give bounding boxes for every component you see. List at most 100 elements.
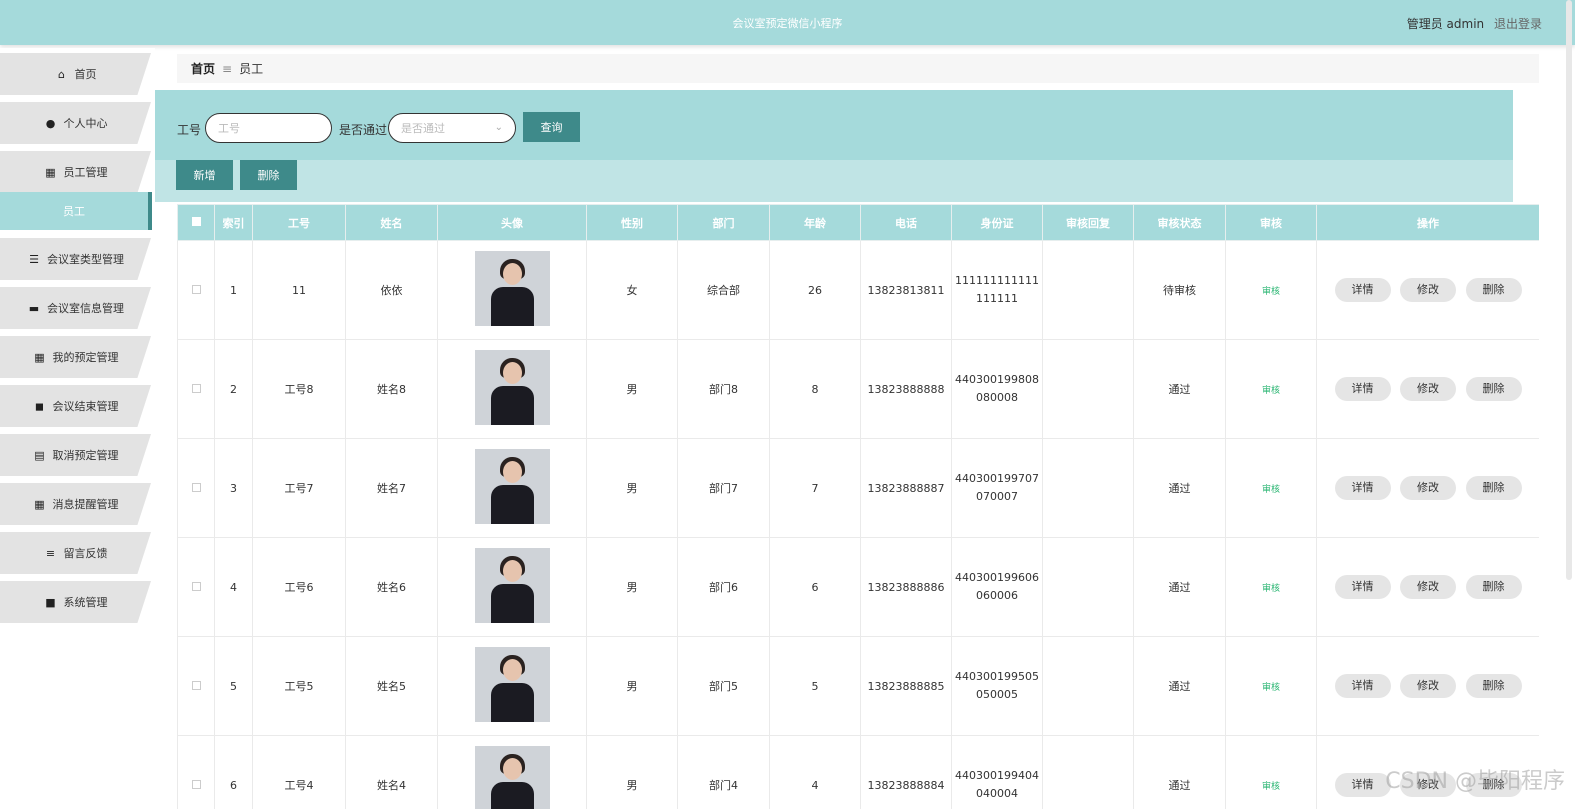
batch-delete-button[interactable]: 删除 [240, 160, 297, 190]
sidebar-item-profile[interactable]: ● 个人中心 [0, 102, 151, 144]
edit-button[interactable]: 修改 [1400, 476, 1456, 500]
cell-status: 通过 [1133, 438, 1226, 538]
cell-reply [1042, 438, 1134, 538]
cell-index: 3 [214, 438, 253, 538]
page-scrollbar[interactable] [1566, 0, 1572, 580]
edit-button[interactable]: 修改 [1400, 278, 1456, 302]
cell-id: 工号6 [252, 537, 346, 637]
delete-button[interactable]: 删除 [1465, 674, 1522, 698]
row-select-cell[interactable] [177, 240, 215, 340]
cell-gender: 女 [586, 240, 678, 340]
chevron-down-icon: ⌄ [494, 122, 503, 133]
id-placeholder: 工号 [218, 122, 240, 135]
select-all-header[interactable] [177, 204, 215, 241]
cell-phone: 13823888888 [860, 339, 952, 439]
clipboard-icon: ▤ [34, 448, 45, 462]
sidebar-item-employee-management[interactable]: ▦ 员工管理 [0, 151, 151, 193]
cell-dept: 部门8 [677, 339, 770, 439]
add-button[interactable]: 新增 [176, 160, 233, 190]
cell-age: 5 [769, 636, 861, 736]
logout-link[interactable]: 退出登录 [1494, 17, 1542, 31]
detail-button[interactable]: 详情 [1334, 476, 1391, 500]
home-icon: ⌂ [58, 67, 65, 81]
sidebar-item-feedback[interactable]: ≡ 留言反馈 [0, 532, 151, 574]
delete-button[interactable]: 删除 [1465, 575, 1522, 599]
row-checkbox[interactable] [191, 284, 201, 294]
detail-button[interactable]: 详情 [1334, 575, 1391, 599]
row-select-cell[interactable] [177, 735, 215, 809]
detail-button[interactable]: 详情 [1334, 773, 1391, 797]
sidebar-item-cancel-booking[interactable]: ▤ 取消预定管理 [0, 434, 151, 476]
avatar [474, 449, 550, 524]
breadcrumb-home[interactable]: 首页 [191, 60, 215, 77]
audit-link[interactable]: 审核 [1262, 485, 1280, 495]
delete-button[interactable]: 删除 [1465, 278, 1522, 302]
sidebar-item-employee[interactable]: 员工 [0, 192, 152, 230]
sidebar-item-system[interactable]: ■ 系统管理 [0, 581, 151, 623]
table-row: 2 工号8 姓名8 男 部门8 8 13823888888 4403001998… [177, 339, 1539, 439]
row-checkbox[interactable] [191, 482, 201, 492]
cell-phone: 13823888884 [860, 735, 952, 809]
cell-idcard: 111111111111 111111 [951, 240, 1043, 340]
audit-link[interactable]: 审核 [1262, 782, 1280, 792]
row-select-cell[interactable] [177, 339, 215, 439]
cell-reply [1042, 735, 1134, 809]
sidebar-item-my-booking[interactable]: ▦ 我的预定管理 [0, 336, 151, 378]
sidebar-item-room-info[interactable]: ▬ 会议室信息管理 [0, 287, 151, 329]
audit-link[interactable]: 审核 [1262, 584, 1280, 594]
pass-label: 是否通过 [339, 123, 388, 137]
row-checkbox[interactable] [191, 779, 201, 789]
edit-button[interactable]: 修改 [1400, 377, 1456, 401]
audit-link[interactable]: 审核 [1262, 683, 1280, 693]
audit-link[interactable]: 审核 [1262, 386, 1280, 396]
sidebar-item-label: 个人中心 [63, 117, 108, 130]
row-select-cell[interactable] [177, 537, 215, 637]
delete-button[interactable]: 删除 [1465, 476, 1522, 500]
pass-select[interactable]: 是否通过 ⌄ [388, 113, 516, 143]
sidebar-item-label: 消息提醒管理 [52, 498, 119, 511]
cell-index: 6 [214, 735, 253, 809]
app-title: 会议室预定微信小程序 [732, 17, 843, 30]
select-all-checkbox[interactable] [191, 217, 201, 226]
sidebar-item-label: 我的预定管理 [52, 351, 119, 364]
cell-dept: 部门4 [677, 735, 770, 809]
cell-idcard: 440300199808 080008 [951, 339, 1043, 439]
row-checkbox[interactable] [191, 383, 201, 393]
sidebar-item-meeting-end[interactable]: ◼ 会议结束管理 [0, 385, 151, 427]
row-select-cell[interactable] [177, 636, 215, 736]
list-icon: ☰ [29, 252, 39, 266]
row-checkbox[interactable] [191, 680, 201, 690]
cell-gender: 男 [586, 438, 678, 538]
id-search-input[interactable]: 工号 [205, 113, 332, 143]
detail-button[interactable]: 详情 [1334, 674, 1391, 698]
detail-button[interactable]: 详情 [1334, 377, 1391, 401]
table-row: 1 11 依依 女 综合部 26 13823813811 11111111111… [177, 240, 1539, 340]
avatar [474, 350, 550, 425]
edit-button[interactable]: 修改 [1400, 575, 1456, 599]
column-header: 工号 [252, 204, 346, 241]
column-header: 操作 [1316, 204, 1539, 241]
cell-age: 7 [769, 438, 861, 538]
query-button[interactable]: 查询 [523, 112, 580, 142]
sidebar-item-room-type[interactable]: ☰ 会议室类型管理 [0, 238, 151, 280]
sidebar-item-notifications[interactable]: ▦ 消息提醒管理 [0, 483, 151, 525]
breadcrumb-current: 员工 [239, 62, 264, 76]
row-checkbox[interactable] [191, 581, 201, 591]
audit-link[interactable]: 审核 [1262, 287, 1280, 297]
grid-icon: ▦ [34, 497, 45, 511]
cell-id: 工号8 [252, 339, 346, 439]
list-icon: ≡ [45, 546, 56, 560]
edit-button[interactable]: 修改 [1400, 674, 1456, 698]
cell-reply [1042, 537, 1134, 637]
watermark: CSDN @毕阳程序 [1385, 769, 1565, 794]
detail-button[interactable]: 详情 [1334, 278, 1391, 302]
cell-dept: 综合部 [677, 240, 770, 340]
sidebar-item-home[interactable]: ⌂ 首页 [0, 53, 151, 95]
column-header: 性别 [586, 204, 678, 241]
delete-button[interactable]: 删除 [1465, 377, 1522, 401]
breadcrumb-separator: ≡ [222, 61, 233, 76]
cell-age: 6 [769, 537, 861, 637]
sidebar-item-label: 首页 [74, 68, 97, 81]
cell-audit: 审核 [1225, 537, 1317, 637]
row-select-cell[interactable] [177, 438, 215, 538]
